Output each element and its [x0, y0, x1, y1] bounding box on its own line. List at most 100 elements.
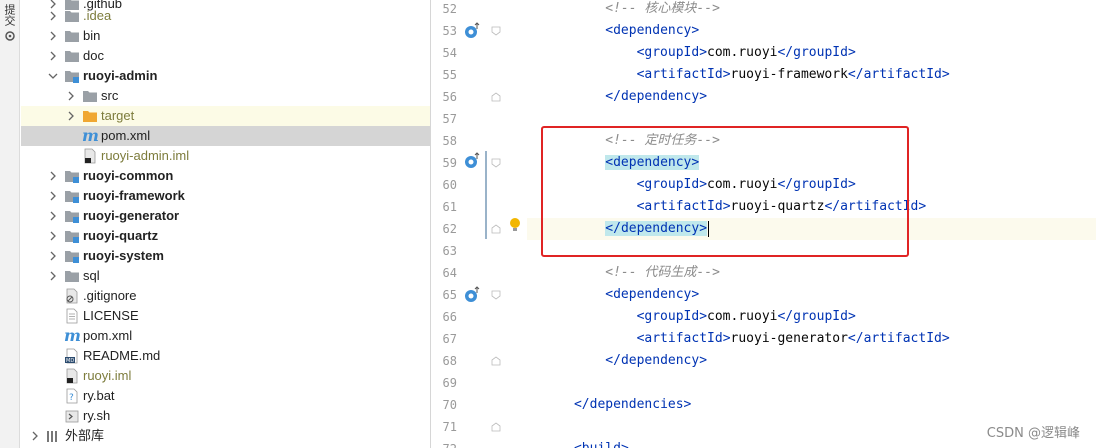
line-number: 52 — [442, 2, 457, 16]
line-number: 60 — [442, 178, 457, 192]
line-number: 69 — [442, 376, 457, 390]
maven-dependency-gutter-icon[interactable] — [463, 22, 481, 40]
tree-item-ruoyi-framework[interactable]: ruoyi-framework — [21, 186, 430, 206]
line-number: 66 — [442, 310, 457, 324]
chevron-right-icon[interactable] — [30, 431, 40, 441]
tree-item-root-iml[interactable]: ruoyi.iml — [21, 366, 430, 386]
line-number: 63 — [442, 244, 457, 258]
line-number: 53 — [442, 24, 457, 38]
tree-item-gitignore[interactable]: .gitignore — [21, 286, 430, 306]
line-number: 55 — [442, 68, 457, 82]
line-number: 54 — [442, 46, 457, 60]
tree-item-label: ry.bat — [83, 388, 115, 403]
tree-item-src[interactable]: src — [21, 86, 430, 106]
tree-item-root-pom[interactable]: m pom.xml — [21, 326, 430, 346]
tree-item-label: ruoyi-admin — [83, 68, 158, 83]
chevron-down-icon[interactable] — [48, 71, 58, 81]
chevron-right-icon[interactable] — [48, 191, 58, 201]
shell-file-icon — [65, 410, 79, 423]
code-line: </dependencies> — [573, 397, 692, 412]
line-number: 68 — [442, 354, 457, 368]
tree-item-external-libraries[interactable]: 外部库 — [21, 426, 430, 446]
commit-tool-strip[interactable]: 提交 — [0, 0, 20, 448]
tree-item-admin-iml[interactable]: ruoyi-admin.iml — [21, 146, 430, 166]
folder-icon — [65, 31, 79, 42]
tree-item-label: ry.sh — [83, 408, 111, 423]
chevron-right-icon[interactable] — [48, 211, 58, 221]
tree-item-ruoyi-quartz[interactable]: ruoyi-quartz — [21, 226, 430, 246]
line-number: 71 — [442, 420, 457, 434]
lightbulb-icon[interactable] — [509, 217, 521, 233]
fold-marker-icon[interactable] — [491, 92, 501, 102]
tree-item-label: doc — [83, 48, 104, 63]
settings-icon[interactable] — [3, 29, 17, 43]
fold-marker-icon[interactable] — [491, 224, 501, 234]
code-line: <groupId>com.ruoyi</groupId> — [636, 309, 856, 324]
maven-icon: m — [64, 326, 81, 345]
tree-item-label: target — [101, 108, 135, 123]
fold-marker-icon[interactable] — [491, 356, 501, 366]
tree-item-idea[interactable]: .idea — [21, 6, 430, 26]
fold-marker-icon[interactable] — [491, 158, 501, 168]
project-tree[interactable]: .github .idea bin doc ruoyi-admin src ta… — [21, 0, 430, 448]
module-folder-icon — [65, 171, 79, 183]
chevron-right-icon[interactable] — [48, 11, 58, 21]
tree-item-license[interactable]: LICENSE — [21, 306, 430, 326]
maven-dependency-gutter-icon[interactable] — [463, 152, 481, 170]
chevron-right-icon[interactable] — [48, 231, 58, 241]
tree-item-ruoyi-common[interactable]: ruoyi-common — [21, 166, 430, 186]
maven-dependency-gutter-icon[interactable] — [463, 286, 481, 304]
maven-icon: m — [82, 126, 99, 145]
xml-tag: dependency — [613, 287, 692, 302]
tree-item-ry-bat[interactable]: ? ry.bat — [21, 386, 430, 406]
annotation-box — [541, 126, 909, 257]
tree-item-ry-sh[interactable]: ry.sh — [21, 406, 430, 426]
chevron-right-icon[interactable] — [48, 51, 58, 61]
code-line: <artifactId>ruoyi-framework</artifactId> — [636, 67, 950, 82]
markdown-file-icon: MD — [65, 348, 78, 364]
tree-item-ruoyi-admin[interactable]: ruoyi-admin — [21, 66, 430, 86]
module-folder-icon — [65, 251, 79, 263]
line-number: 70 — [442, 398, 457, 412]
chevron-right-icon[interactable] — [48, 31, 58, 41]
xml-text: ruoyi-generator — [730, 331, 848, 346]
tree-item-label: README.md — [83, 348, 161, 363]
editor-gutter[interactable]: 52 53 54 55 56 57 58 59 60 61 62 63 64 6… — [431, 0, 527, 448]
chevron-right-icon[interactable] — [48, 251, 58, 261]
fold-marker-icon[interactable] — [491, 422, 501, 432]
tree-item-sql[interactable]: sql — [21, 266, 430, 286]
tree-item-target[interactable]: target — [21, 106, 430, 126]
tree-item-ruoyi-generator[interactable]: ruoyi-generator — [21, 206, 430, 226]
tree-item-label: ruoyi-framework — [83, 188, 185, 203]
tree-item-admin-pom[interactable]: m pom.xml — [21, 126, 430, 146]
fold-marker-icon[interactable] — [491, 26, 501, 36]
tree-item-label: ruoyi-system — [83, 248, 164, 263]
xml-tag: artifactId — [644, 331, 723, 346]
tree-item-doc[interactable]: doc — [21, 46, 430, 66]
tree-item-readme[interactable]: MD README.md — [21, 346, 430, 366]
tree-item-label: ruoyi-common — [83, 168, 174, 183]
code-line: </dependency> — [605, 89, 708, 104]
code-line: <dependency> — [605, 23, 700, 38]
chevron-right-icon[interactable] — [66, 111, 76, 121]
tree-item-label: 外部库 — [65, 428, 105, 443]
chevron-right-icon[interactable] — [48, 271, 58, 281]
tree-item-bin[interactable]: bin — [21, 26, 430, 46]
module-folder-icon — [65, 231, 79, 243]
chevron-right-icon[interactable] — [66, 91, 76, 101]
commit-tab-label[interactable]: 提交 — [3, 4, 17, 26]
xml-tag: groupId — [644, 45, 700, 60]
vcs-change-marker[interactable] — [485, 151, 487, 239]
code-comment: <!-- 核心模块--> — [605, 1, 720, 16]
xml-tag: dependency — [620, 353, 700, 368]
fold-marker-icon[interactable] — [491, 290, 501, 300]
chevron-right-icon[interactable] — [48, 171, 58, 181]
gitignore-file-icon — [66, 288, 78, 304]
tree-item-label: LICENSE — [83, 308, 139, 323]
tree-item-label: pom.xml — [83, 328, 133, 343]
xml-tag: artifactId — [863, 331, 942, 346]
svg-text:?: ? — [69, 393, 74, 403]
line-number: 64 — [442, 266, 457, 280]
code-line: <groupId>com.ruoyi</groupId> — [636, 45, 856, 60]
tree-item-ruoyi-system[interactable]: ruoyi-system — [21, 246, 430, 266]
